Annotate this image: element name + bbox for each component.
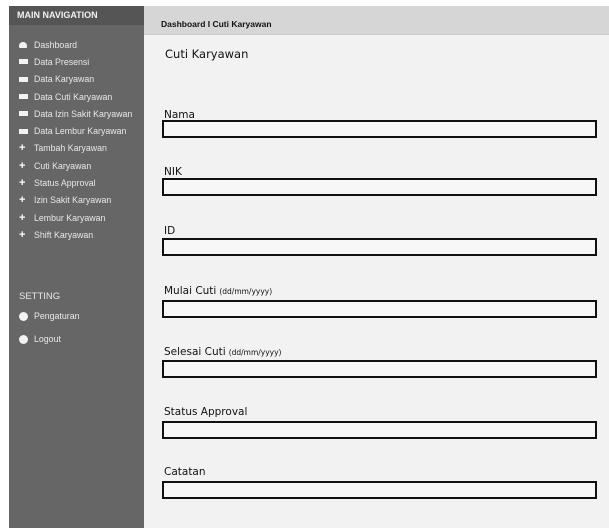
sidebar-item-lembur-karyawan[interactable]: + Lembur Karyawan <box>9 209 144 226</box>
nav-header: MAIN NAVIGATION <box>9 6 144 25</box>
id-label: ID <box>164 225 176 237</box>
sidebar-item-label: Status Approval <box>34 178 96 189</box>
circle-icon <box>19 311 28 321</box>
sidebar: MAIN NAVIGATION Dashboard Data Presensi … <box>9 6 144 528</box>
main-content: Dashboard I Cuti Karyawan Cuti Karyawan … <box>144 6 609 528</box>
plus-icon: + <box>19 194 26 207</box>
sidebar-item-data-lembur-karyawan[interactable]: Data Lembur Karyawan <box>9 122 144 139</box>
catatan-field[interactable] <box>162 481 597 499</box>
home-icon <box>19 41 32 48</box>
rectangle-icon <box>19 76 32 82</box>
page-title: Cuti Karyawan <box>165 47 249 61</box>
status-approval-field[interactable] <box>162 421 597 439</box>
sidebar-item-logout[interactable]: Logout <box>19 331 61 347</box>
sidebar-item-cuti-karyawan[interactable]: + Cuti Karyawan <box>9 157 144 174</box>
sidebar-item-label: Data Izin Sakit Karyawan <box>34 108 133 119</box>
date-format-hint: (dd/mm/yyyy) <box>219 287 273 296</box>
selesai-cuti-field[interactable] <box>162 360 597 378</box>
sidebar-item-label: Pengaturan <box>34 311 80 321</box>
sidebar-item-label: Tambah Karyawan <box>34 143 107 154</box>
plus-icon: + <box>19 142 26 155</box>
plus-icon: + <box>19 159 26 172</box>
sidebar-item-data-izin-sakit-karyawan[interactable]: Data Izin Sakit Karyawan <box>9 105 144 122</box>
nav-list: Dashboard Data Presensi Data Karyawan Da… <box>9 36 144 244</box>
status-approval-label: Status Approval <box>164 406 248 418</box>
sidebar-item-label: Lembur Karyawan <box>34 212 106 223</box>
rectangle-icon <box>19 128 32 134</box>
catatan-label: Catatan <box>164 466 206 478</box>
sidebar-item-label: Data Lembur Karyawan <box>34 126 127 137</box>
setting-header: SETTING <box>19 291 61 302</box>
mulai-cuti-label: Mulai Cuti (dd/mm/yyyy) <box>164 285 273 297</box>
nik-label: NIK <box>164 166 182 178</box>
sidebar-item-shift-karyawan[interactable]: + Shift Karyawan <box>9 226 144 243</box>
breadcrumb: Dashboard I Cuti Karyawan <box>161 19 272 29</box>
rectangle-icon <box>19 59 32 65</box>
sidebar-item-status-approval[interactable]: + Status Approval <box>9 174 144 191</box>
sidebar-item-label: Dashboard <box>34 39 78 50</box>
selesai-cuti-label: Selesai Cuti (dd/mm/yyyy) <box>164 346 282 358</box>
sidebar-item-label: Logout <box>34 334 61 344</box>
plus-icon: + <box>19 211 26 224</box>
sidebar-item-label: Shift Karyawan <box>34 229 94 240</box>
plus-icon: + <box>19 177 26 190</box>
sidebar-item-label: Data Karyawan <box>34 74 95 85</box>
sidebar-item-label: Data Presensi <box>34 56 90 67</box>
rectangle-icon <box>19 111 32 117</box>
top-bar: Dashboard I Cuti Karyawan <box>144 6 609 35</box>
sidebar-item-label: Izin Sakit Karyawan <box>34 195 112 206</box>
plus-icon: + <box>19 228 26 241</box>
sidebar-item-data-karyawan[interactable]: Data Karyawan <box>9 71 144 88</box>
circle-icon <box>19 334 28 344</box>
sidebar-item-izin-sakit-karyawan[interactable]: + Izin Sakit Karyawan <box>9 192 144 209</box>
rectangle-icon <box>19 94 32 100</box>
date-format-hint: (dd/mm/yyyy) <box>228 348 282 357</box>
sidebar-item-pengaturan[interactable]: Pengaturan <box>19 308 80 324</box>
sidebar-item-data-cuti-karyawan[interactable]: Data Cuti Karyawan <box>9 88 144 105</box>
sidebar-item-label: Data Cuti Karyawan <box>34 91 113 102</box>
id-field[interactable] <box>162 238 597 256</box>
sidebar-item-dashboard[interactable]: Dashboard <box>9 36 144 53</box>
mulai-cuti-field[interactable] <box>162 300 597 318</box>
sidebar-item-tambah-karyawan[interactable]: + Tambah Karyawan <box>9 140 144 157</box>
nik-field[interactable] <box>162 178 597 196</box>
nama-field[interactable] <box>162 120 597 138</box>
sidebar-item-data-presensi[interactable]: Data Presensi <box>9 53 144 70</box>
sidebar-item-label: Cuti Karyawan <box>34 160 92 171</box>
